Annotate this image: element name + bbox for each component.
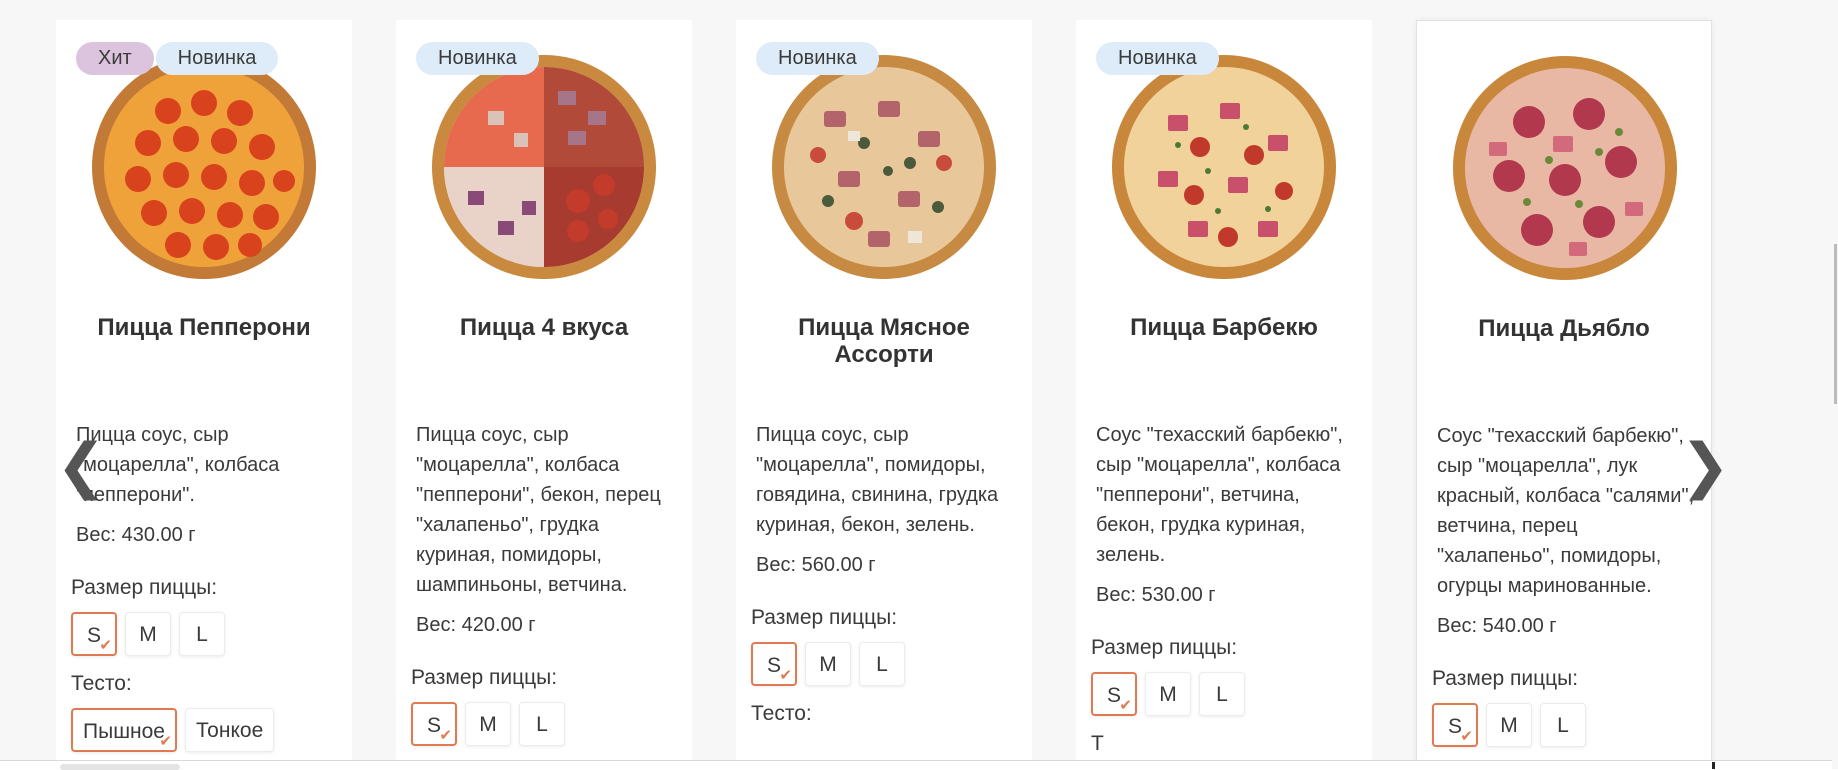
pizza-image[interactable] — [428, 51, 660, 283]
size-label: Размер пиццы: — [1432, 667, 1579, 690]
product-title[interactable]: Пицца Мясное Ассорти — [736, 314, 1032, 368]
size-option-m[interactable]: M — [1486, 703, 1532, 747]
size-option-label: M — [479, 713, 497, 736]
size-option-l[interactable]: L — [519, 702, 565, 746]
size-options: S ✔ M L — [1432, 703, 1697, 747]
size-option-l[interactable]: L — [1540, 703, 1586, 747]
size-option-m[interactable]: M — [1145, 672, 1191, 716]
size-option-label: M — [819, 653, 837, 676]
product-weight: Вес: 530.00 г — [1096, 584, 1216, 606]
size-option-m[interactable]: M — [465, 702, 511, 746]
size-option-l[interactable]: L — [1199, 672, 1245, 716]
size-option-m[interactable]: M — [805, 642, 851, 686]
dough-options: Пышное ✔ Тонкое — [71, 708, 338, 752]
product-weight: Вес: 560.00 г — [756, 554, 876, 576]
corner-mark — [1712, 762, 1715, 769]
badge-group: Новинка — [1096, 42, 1219, 75]
scrollbar-thumb[interactable] — [1834, 244, 1837, 404]
pizza-image[interactable] — [88, 51, 320, 283]
check-icon: ✔ — [779, 667, 792, 684]
pizza-image[interactable] — [768, 51, 1000, 283]
size-option-s[interactable]: S ✔ — [1432, 703, 1478, 747]
product-weight: Вес: 420.00 г — [416, 614, 536, 636]
dough-option-label: Тонкое — [196, 719, 264, 742]
dough-option-label: Пышное — [83, 720, 165, 743]
size-option-m[interactable]: M — [125, 612, 171, 656]
check-icon: ✔ — [1119, 697, 1132, 714]
product-description: Пицца соус, сыр "моцарелла", помидоры, г… — [756, 424, 999, 536]
size-option-label: L — [1557, 714, 1569, 737]
check-icon: ✔ — [99, 637, 112, 654]
size-label: Размер пиццы: — [1091, 636, 1238, 659]
size-option-s[interactable]: S ✔ — [1091, 672, 1137, 716]
product-card[interactable]: Новинка Пицца Мясное Ассорти Пицца соус,… — [736, 20, 1032, 760]
badge-new: Новинка — [756, 42, 879, 75]
size-option-label: L — [876, 653, 888, 676]
dough-label: Тесто: — [71, 672, 132, 695]
dough-label: Т — [1091, 732, 1104, 755]
check-icon: ✔ — [439, 727, 452, 744]
product-weight: Вес: 430.00 г — [76, 524, 196, 546]
chevron-right-icon[interactable]: ❯ — [1680, 436, 1730, 496]
product-card[interactable]: Пицца Дьябло Соус "техасский барбекю", с… — [1416, 20, 1712, 760]
product-card[interactable]: Новинка Пицца 4 вкуса Пицца соус, сыр "м… — [396, 20, 692, 760]
product-description: Пицца соус, сыр "моцарелла", колбаса "пе… — [76, 424, 280, 506]
size-option-label: M — [1159, 683, 1177, 706]
badge-new: Новинка — [416, 42, 539, 75]
product-title[interactable]: Пицца Пепперони — [56, 314, 352, 341]
size-label: Размер пиццы: — [411, 666, 558, 689]
size-option-label: M — [1500, 714, 1518, 737]
badge-new: Новинка — [1096, 42, 1219, 75]
size-option-s[interactable]: S ✔ — [71, 612, 117, 656]
check-icon: ✔ — [159, 733, 172, 750]
size-label: Размер пиццы: — [751, 606, 898, 629]
chevron-left-icon[interactable]: ❮ — [56, 436, 106, 496]
size-option-label: M — [139, 623, 157, 646]
size-options: S ✔ M L — [411, 702, 678, 746]
badge-group: Новинка — [416, 42, 539, 75]
badge-group: Хит Новинка — [76, 42, 279, 75]
product-weight: Вес: 540.00 г — [1437, 615, 1557, 637]
size-options: S ✔ M L — [751, 642, 1018, 686]
product-title[interactable]: Пицца 4 вкуса — [396, 314, 692, 341]
pizza-image[interactable] — [1108, 51, 1340, 283]
size-option-l[interactable]: L — [859, 642, 905, 686]
size-option-l[interactable]: L — [179, 612, 225, 656]
product-title[interactable]: Пицца Дьябло — [1417, 315, 1711, 342]
bottom-pill — [60, 764, 180, 770]
size-option-label: L — [1216, 683, 1228, 706]
product-description: Соус "техасский барбекю", сыр "моцарелла… — [1437, 425, 1695, 597]
product-carousel: Хит Новинка Пицца Пепперони Пицца соус, … — [0, 0, 1822, 760]
badge-hit: Хит — [76, 42, 154, 75]
size-label: Размер пиццы: — [71, 576, 218, 599]
check-icon: ✔ — [1460, 728, 1473, 745]
size-option-label: L — [196, 623, 208, 646]
product-description: Соус "техасский барбекю", сыр "моцарелла… — [1096, 424, 1343, 566]
product-card[interactable]: Хит Новинка Пицца Пепперони Пицца соус, … — [56, 20, 352, 760]
product-title[interactable]: Пицца Барбекю — [1076, 314, 1372, 341]
badge-group: Новинка — [756, 42, 879, 75]
size-option-s[interactable]: S ✔ — [411, 702, 457, 746]
size-option-label: L — [536, 713, 548, 736]
product-description: Пицца соус, сыр "моцарелла", колбаса "пе… — [416, 424, 661, 596]
size-options: S ✔ M L — [1091, 672, 1358, 716]
dough-option-fluffy[interactable]: Пышное ✔ — [71, 708, 177, 752]
pizza-image[interactable] — [1449, 52, 1681, 284]
size-option-s[interactable]: S ✔ — [751, 642, 797, 686]
dough-label: Тесто: — [751, 702, 812, 725]
badge-new: Новинка — [155, 42, 279, 75]
product-card[interactable]: Новинка Пицца Барбекю Соус "техасский ба… — [1076, 20, 1372, 760]
size-options: S ✔ M L — [71, 612, 338, 656]
dough-option-thin[interactable]: Тонкое — [185, 708, 275, 752]
